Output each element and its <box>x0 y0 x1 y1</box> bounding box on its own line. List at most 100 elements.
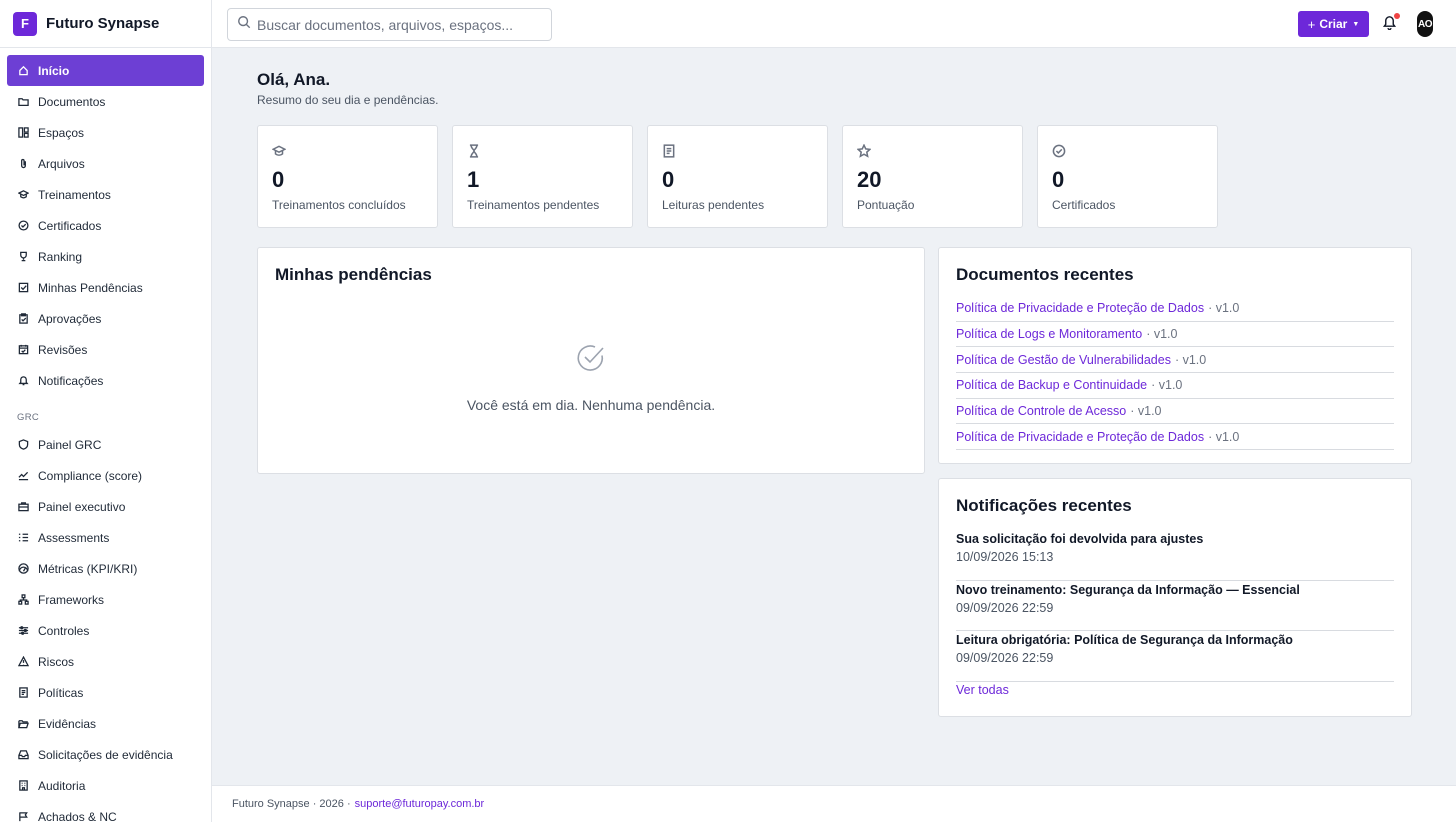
paperclip-icon <box>17 158 29 170</box>
document-version: · v1.0 <box>1151 378 1183 393</box>
support-email-link[interactable]: suporte@futuropay.com.br <box>355 798 485 810</box>
sidebar-item-assessments[interactable]: Assessments <box>7 522 204 553</box>
check-square-icon <box>17 282 29 294</box>
document-version: · v1.0 <box>1130 404 1162 419</box>
sidebar-item-arquivos[interactable]: Arquivos <box>7 148 204 179</box>
sidebar-item-evid-ncias[interactable]: Evidências <box>7 708 204 739</box>
sidebar-item-aprova-es[interactable]: Aprovações <box>7 303 204 334</box>
sidebar-item-label: Painel GRC <box>38 437 102 452</box>
document-link[interactable]: Política de Backup e Continuidade <box>956 378 1147 392</box>
sidebar-item-minhas-pend-ncias[interactable]: Minhas Pendências <box>7 272 204 303</box>
document-link[interactable]: Política de Gestão de Vulnerabilidades <box>956 353 1171 367</box>
bell-icon <box>17 375 29 387</box>
sidebar-item-notifica-es[interactable]: Notificações <box>7 365 204 396</box>
sidebar: F Futuro Synapse Início Documentos Espaços… <box>0 0 212 822</box>
document-link[interactable]: Política de Controle de Acesso <box>956 404 1126 418</box>
folder-open-icon <box>17 718 29 730</box>
topbar: + Criar ▼ AO <box>212 0 1456 48</box>
notifications-button[interactable] <box>1382 13 1400 32</box>
sidebar-item-controles[interactable]: Controles <box>7 615 204 646</box>
sidebar-item-label: Minhas Pendências <box>38 280 143 295</box>
sidebar-item-auditoria[interactable]: Auditoria <box>7 770 204 801</box>
caret-down-icon: ▼ <box>1352 20 1360 28</box>
sidebar-item-solicita-es-de-evid-ncia[interactable]: Solicitações de evidência <box>7 739 204 770</box>
sidebar-item-label: Evidências <box>38 716 97 731</box>
star-icon <box>856 143 872 158</box>
sidebar-section-label: GRC <box>17 412 40 423</box>
recent-notifications-card: Notificações recentes Sua solicitação fo… <box>938 478 1412 717</box>
hourglass-icon <box>467 144 481 158</box>
stat-value: 0 <box>272 167 285 192</box>
stat-label: Certificados <box>1052 198 1116 212</box>
notification-item[interactable]: Leitura obrigatória: Política de Seguran… <box>956 631 1394 682</box>
sidebar-item-label: Ranking <box>38 249 83 264</box>
flag-icon <box>17 811 29 822</box>
document-version: · v1.0 <box>1208 429 1240 444</box>
search-box[interactable] <box>227 8 552 41</box>
check-circle-icon <box>576 343 606 373</box>
page-title: Olá, Ana. <box>257 70 331 89</box>
sidebar-item-m-tricas-kpi-kri[interactable]: Métricas (KPI/KRI) <box>7 553 204 584</box>
list-item: Política de Privacidade e Proteção de Da… <box>956 424 1394 451</box>
notification-item[interactable]: Novo treinamento: Segurança da Informaçã… <box>956 581 1394 631</box>
sidebar-item-pol-ticas[interactable]: Políticas <box>7 677 204 708</box>
sidebar-item-ranking[interactable]: Ranking <box>7 241 204 272</box>
document-link[interactable]: Política de Privacidade e Proteção de Da… <box>956 430 1204 444</box>
sidebar-item-compliance-score[interactable]: Compliance (score) <box>7 460 204 491</box>
recent-docs-card: Documentos recentes Política de Privacid… <box>938 247 1412 464</box>
briefcase-icon <box>17 501 29 513</box>
page-subtitle: Resumo do seu dia e pendências. <box>257 93 439 107</box>
document-version: · v1.0 <box>1174 352 1207 367</box>
see-all-link[interactable]: Ver todas <box>956 683 1009 697</box>
document-link[interactable]: Política de Logs e Monitoramento <box>956 327 1142 341</box>
create-button[interactable]: + Criar ▼ <box>1298 11 1369 37</box>
badge-check-icon <box>1052 144 1066 158</box>
plus-icon: + <box>1307 16 1316 32</box>
recent-docs-title: Documentos recentes <box>956 265 1134 284</box>
sidebar-item-label: Controles <box>38 623 90 638</box>
file-text-icon <box>17 687 29 699</box>
sidebar-item-label: Aprovações <box>38 311 102 326</box>
sidebar-item-espa-os[interactable]: Espaços <box>7 117 204 148</box>
sidebar-item-documentos[interactable]: Documentos <box>7 86 204 117</box>
sidebar-item-certificados[interactable]: Certificados <box>7 210 204 241</box>
notification-item[interactable]: Sua solicitação foi devolvida para ajust… <box>956 530 1394 581</box>
search-input[interactable] <box>257 16 537 33</box>
sidebar-item-painel-grc[interactable]: Painel GRC <box>7 429 204 460</box>
document-link[interactable]: Política de Privacidade e Proteção de Da… <box>956 301 1204 315</box>
notification-title: Sua solicitação foi devolvida para ajust… <box>956 532 1204 546</box>
sidebar-item-label: Revisões <box>38 342 88 357</box>
inbox-icon <box>17 749 29 761</box>
stat-value: 0 <box>662 167 675 192</box>
stat-card: 0 Treinamentos concluídos <box>257 125 438 228</box>
gauge-icon <box>17 563 29 575</box>
sidebar-item-revis-es[interactable]: Revisões <box>7 334 204 365</box>
list-item: Política de Gestão de Vulnerabilidades · … <box>956 347 1394 374</box>
sidebar-item-label: Achados & NC <box>38 809 117 822</box>
trophy-icon <box>17 251 29 263</box>
sidebar-item-frameworks[interactable]: Frameworks <box>7 584 204 615</box>
list-checks-icon <box>17 532 29 544</box>
home-icon <box>17 65 29 77</box>
sidebar-item-label: Frameworks <box>38 592 105 607</box>
avatar[interactable]: AO <box>1417 11 1433 37</box>
recent-notifications-list: Sua solicitação foi devolvida para ajust… <box>956 530 1394 682</box>
sidebar-item-treinamentos[interactable]: Treinamentos <box>7 179 204 210</box>
sidebar-item-achados-nc[interactable]: Achados & NC <box>7 801 204 822</box>
stat-card: 0 Leituras pendentes <box>647 125 828 228</box>
sidebar-item-riscos[interactable]: Riscos <box>7 646 204 677</box>
search-icon <box>237 15 251 34</box>
sidebar-item-label: Riscos <box>38 654 75 669</box>
sidebar-item-in-cio[interactable]: Início <box>7 55 204 86</box>
badge-check-icon <box>17 220 29 232</box>
graduation-cap-icon <box>271 144 287 158</box>
list-item: Política de Privacidade e Proteção de Da… <box>956 296 1394 322</box>
pending-empty-message: Você está em dia. Nenhuma pendência. <box>466 397 716 413</box>
stat-value: 1 <box>467 167 480 192</box>
list-item: Política de Logs e Monitoramento · v1.0 <box>956 322 1394 348</box>
sidebar-item-painel-executivo[interactable]: Painel executivo <box>7 491 204 522</box>
create-button-label: Criar <box>1319 17 1348 31</box>
brand[interactable]: F Futuro Synapse <box>0 0 211 48</box>
sidebar-item-label: Métricas (KPI/KRI) <box>38 561 138 576</box>
list-item: Política de Controle de Acesso · v1.0 <box>956 399 1394 425</box>
